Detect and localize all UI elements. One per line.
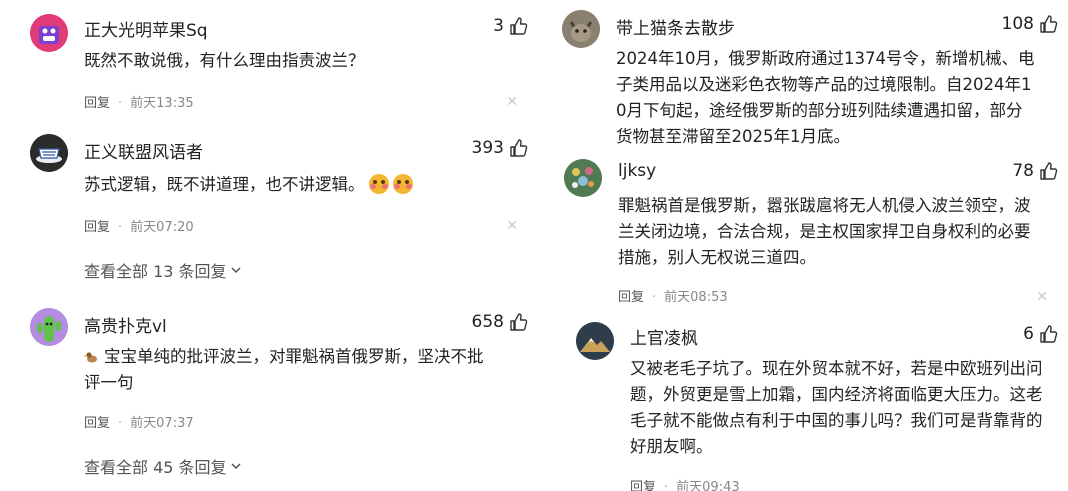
close-icon[interactable]: ✕ [1036,289,1048,305]
like-button[interactable]: 393 [472,138,528,158]
separator-dot: · [118,416,123,431]
comment-line-text: 宝宝单纯的批评波兰，对罪魁祸首俄罗斯，坚决不批 [104,347,484,366]
separator-dot: · [118,96,123,111]
comment-line: 兰关闭边境，合法合规，是主权国家捍卫自身权利的必要 [618,222,1031,241]
commenter-name[interactable]: 上官凌枫 [630,324,698,349]
like-count: 78 [1012,161,1034,181]
avatar[interactable] [564,159,602,197]
comment-meta: 回复 · 前天07:20 [84,216,194,235]
like-count: 393 [471,138,504,158]
comment-time: 前天08:53 [664,290,728,305]
separator-dot: · [652,290,657,305]
separator-dot: · [118,220,123,235]
avatar-monster-icon [30,14,68,52]
comment-line: 货物甚至滞留至2025年1月底。 [616,127,850,146]
comment-time: 前天07:20 [130,220,194,235]
view-all-label: 查看全部 45 条回复 [84,458,227,477]
comment-time: 前天09:43 [676,480,740,491]
avatar-mountain-icon [576,322,614,360]
avatar-cat-icon [562,10,600,48]
avatar[interactable] [576,322,614,360]
reply-button[interactable]: 回复 [630,480,656,491]
comment-line: 宝宝单纯的批评波兰，对罪魁祸首俄罗斯，坚决不批 [84,344,524,370]
comment-line: 既然不敢说俄，有什么理由指责波兰？ [84,51,365,70]
thumbs-up-icon [1040,325,1058,343]
comment-text: 既然不敢说俄，有什么理由指责波兰？ [84,48,524,74]
comment-line: 又被老毛子坑了。现在外贸本就不好，若是中欧班列出问 [630,359,1043,378]
smiley-emoji-icon [392,174,413,194]
comment-line: 苏式逻辑，既不讲道理，也不讲逻辑。 [84,175,365,194]
like-count: 108 [1001,14,1034,34]
comment-line: 毛子就不能做点有利于中国的事儿吗？我们可是背靠背的 [630,411,1043,430]
comment-item: 带上猫条去散步 108 2024年10月，俄罗斯政府通过1374号令，新增机械、… [562,6,1058,151]
comment-item: 正义联盟风语者 393 苏式逻辑，既不讲道理，也不讲逻辑。 回复 · 前天07:20… [30,128,528,288]
comment-line: 措施，别人无权说三道四。 [618,248,816,267]
thumbs-up-icon [1040,162,1058,180]
comment-meta: 回复 · 前天13:35 [84,92,194,111]
like-button[interactable]: 108 [1002,14,1058,34]
reply-button[interactable]: 回复 [84,96,110,111]
like-button[interactable]: 658 [472,312,528,332]
like-button[interactable]: 3 [493,16,528,36]
like-count: 3 [493,16,504,36]
avatar[interactable] [30,134,68,172]
like-button[interactable]: 78 [1012,161,1058,181]
duck-emoji-icon [84,352,97,363]
comment-item: 高贵扑克vl 658 宝宝单纯的批评波兰，对罪魁祸首俄罗斯，坚决不批 评一句 回… [30,302,528,482]
comment-line: 子类用品以及迷彩色衣物等产品的过境限制。自2024年1 [616,75,1032,94]
avatar[interactable] [30,308,68,346]
like-count: 6 [1023,324,1034,344]
comment-item: ljksy 78 罪魁祸首是俄罗斯，嚣张跋扈将无人机侵入波兰领空，波 兰关闭边境… [562,155,1058,305]
avatar-cactus-icon [30,308,68,346]
avatar[interactable] [30,14,68,52]
thumbs-up-icon [1040,15,1058,33]
close-icon[interactable]: ✕ [506,94,518,110]
separator-dot: · [664,480,669,491]
chevron-down-icon [231,463,241,470]
avatar-flowers-icon [564,159,602,197]
comment-text: 苏式逻辑，既不讲道理，也不讲逻辑。 [84,172,524,198]
commenter-name[interactable]: 正义联盟风语者 [84,138,203,163]
comment-text: 宝宝单纯的批评波兰，对罪魁祸首俄罗斯，坚决不批 评一句 [84,344,524,396]
commenter-name[interactable]: 高贵扑克vl [84,312,167,337]
thumbs-up-icon [510,313,528,331]
comment-meta: 回复 · 前天09:43 [630,476,740,491]
commenter-name[interactable]: 正大光明苹果Sq [84,16,208,41]
thumbs-up-icon [510,139,528,157]
comment-meta: 回复 · 前天07:37 [84,412,194,431]
comment-text: 罪魁祸首是俄罗斯，嚣张跋扈将无人机侵入波兰领空，波 兰关闭边境，合法合规，是主权… [618,193,1058,271]
thumbs-up-icon [510,17,528,35]
comment-line: 罪魁祸首是俄罗斯，嚣张跋扈将无人机侵入波兰领空，波 [618,196,1031,215]
view-all-replies-link[interactable]: 查看全部 13 条回复 [84,258,243,282]
comment-line: 2024年10月，俄罗斯政府通过1374号令，新增机械、电 [616,49,1035,68]
comment-time: 前天13:35 [130,96,194,111]
comment-line: 0月下旬起，途经俄罗斯的部分班列陆续遭遇扣留，部分 [616,101,1023,120]
reply-button[interactable]: 回复 [84,220,110,235]
comment-time: 前天07:37 [130,416,194,431]
comment-item: 上官凌枫 6 又被老毛子坑了。现在外贸本就不好，若是中欧班列出问 题，外贸更是雪… [576,318,1058,491]
smiley-emoji-icon [368,174,389,194]
avatar-teacup-icon [30,134,68,172]
chevron-down-icon [231,267,241,274]
comment-item: 正大光明苹果Sq 3 既然不敢说俄，有什么理由指责波兰？ 回复 · 前天13:35 … [30,8,528,118]
commenter-name[interactable]: ljksy [618,161,656,181]
commenter-name[interactable]: 带上猫条去散步 [616,14,735,39]
reply-button[interactable]: 回复 [618,290,644,305]
close-icon[interactable]: ✕ [506,218,518,234]
comment-meta: 回复 · 前天08:53 [618,286,728,305]
avatar[interactable] [562,10,600,48]
reply-button[interactable]: 回复 [84,416,110,431]
like-button[interactable]: 6 [1023,324,1058,344]
comment-line: 评一句 [84,373,134,392]
comment-line: 好朋友啊。 [630,437,713,456]
comment-text: 又被老毛子坑了。现在外贸本就不好，若是中欧班列出问 题，外贸更是雪上加霜，国内经… [630,356,1058,460]
comment-line: 题，外贸更是雪上加霜，国内经济将面临更大压力。这老 [630,385,1043,404]
view-all-label: 查看全部 13 条回复 [84,262,227,281]
like-count: 658 [471,312,504,332]
view-all-replies-link[interactable]: 查看全部 45 条回复 [84,454,243,478]
comment-text: 2024年10月，俄罗斯政府通过1374号令，新增机械、电 子类用品以及迷彩色衣… [616,46,1058,150]
